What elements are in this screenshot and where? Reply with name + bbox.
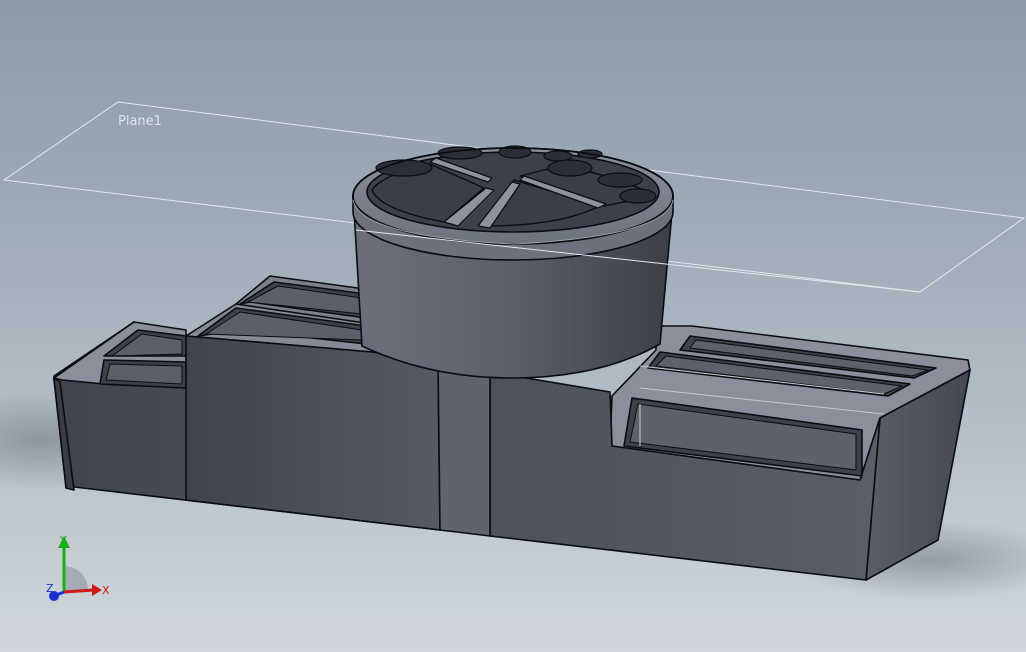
coordinate-triad: Y X Z	[46, 534, 110, 601]
plane-label: Plane1	[118, 114, 162, 129]
graphics-viewport[interactable]: Plane1 Y X Z	[0, 0, 1026, 652]
axis-x-label: X	[102, 584, 110, 597]
axis-z-label: Z	[46, 582, 54, 595]
model-scene[interactable]: Plane1 Y X Z	[0, 0, 1026, 652]
axis-y-label: Y	[59, 534, 67, 547]
